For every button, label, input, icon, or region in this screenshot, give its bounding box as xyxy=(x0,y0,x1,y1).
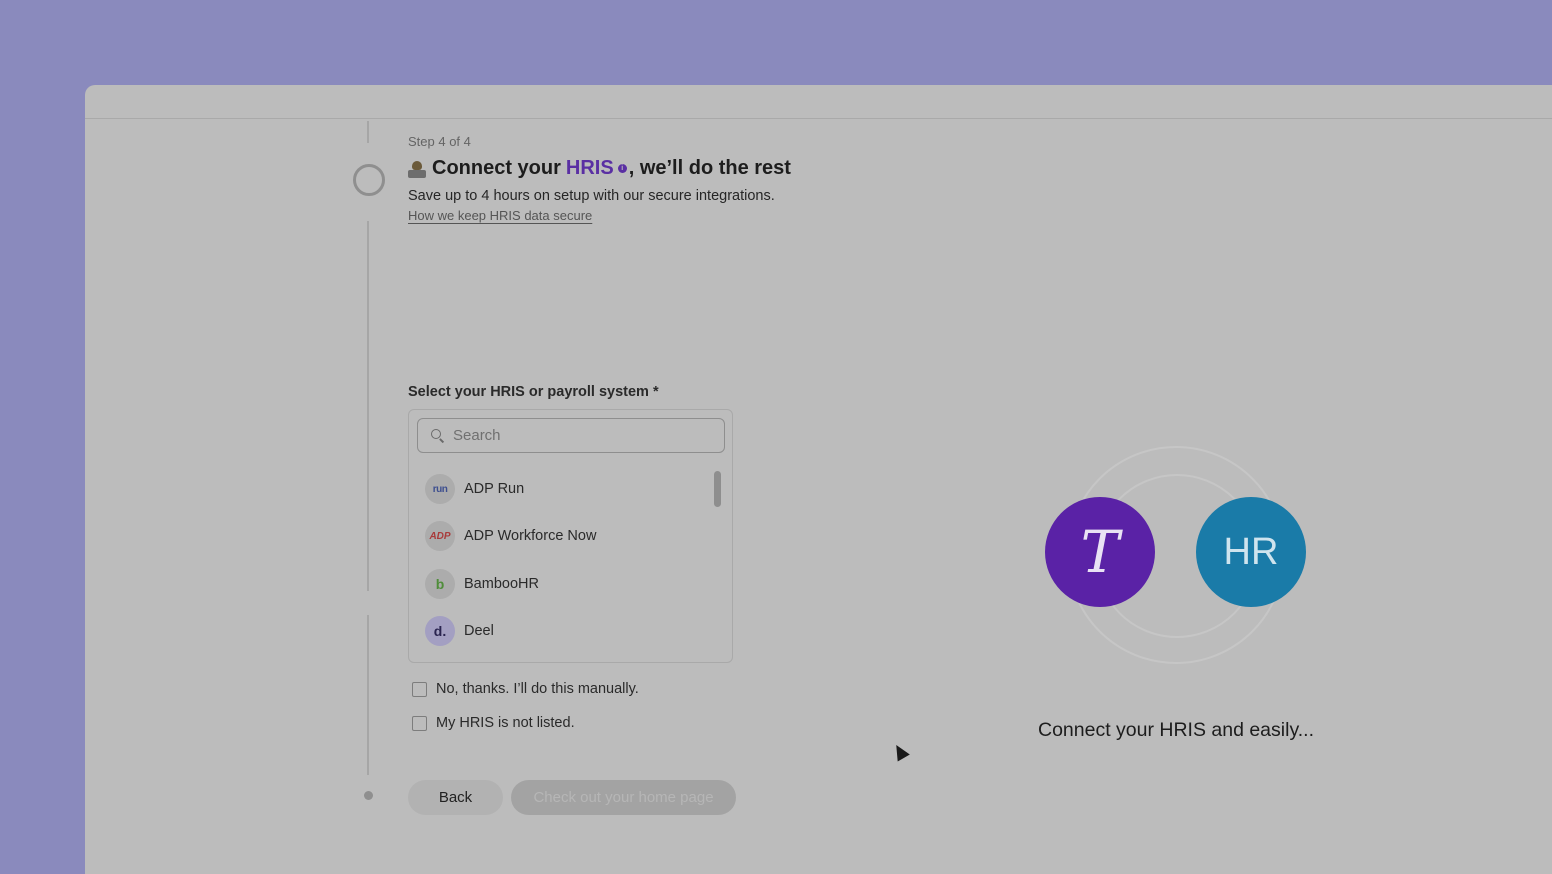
list-scrollbar[interactable] xyxy=(714,471,721,507)
checkbox-box[interactable] xyxy=(412,715,427,731)
hris-option-bamboohr[interactable]: b BambooHR xyxy=(425,567,539,601)
option-label: ADP Workforce Now xyxy=(464,528,597,544)
final-step-dot xyxy=(364,791,373,800)
hris-not-listed-checkbox[interactable]: My HRIS is not listed. xyxy=(412,715,575,731)
adp-run-logo-icon: run xyxy=(425,474,455,504)
app-logo-avatar: T xyxy=(1045,497,1155,607)
title-prefix: Connect your xyxy=(432,157,561,179)
home-page-button[interactable]: Check out your home page xyxy=(511,780,736,815)
hris-option-adp-workforce-now[interactable]: ADP ADP Workforce Now xyxy=(425,519,596,553)
hris-security-link[interactable]: How we keep HRIS data secure xyxy=(408,208,592,223)
manual-setup-checkbox[interactable]: No, thanks. I’ll do this manually. xyxy=(412,681,639,697)
checkbox-label: My HRIS is not listed. xyxy=(436,715,575,731)
title-hris-highlight: HRIS xyxy=(565,157,614,179)
checkbox-label: No, thanks. I’ll do this manually. xyxy=(436,681,639,697)
checkbox-box[interactable] xyxy=(412,681,427,697)
info-icon[interactable]: i xyxy=(617,164,627,173)
option-label: ADP Run xyxy=(464,481,525,497)
search-input[interactable] xyxy=(451,426,695,445)
hris-select-list: run ADP Run ADP ADP Workforce Now b Bamb… xyxy=(408,409,733,663)
search-field xyxy=(417,418,725,453)
option-label: BambooHR xyxy=(464,576,539,592)
page-subtitle: Save up to 4 hours on setup with our sec… xyxy=(408,188,775,204)
adp-logo-icon: ADP xyxy=(425,521,455,551)
bamboohr-logo-icon: b xyxy=(425,569,455,599)
deel-logo-icon: d. xyxy=(425,616,455,646)
option-label: Deel xyxy=(464,623,494,639)
search-icon xyxy=(431,428,445,443)
hr-avatar: HR xyxy=(1196,497,1306,607)
app-window: Step 4 of 4 Connect your HRIS i , we’ll … xyxy=(85,85,1552,874)
page-title: Connect your HRIS i , we’ll do the rest xyxy=(408,157,791,180)
title-suffix: , we’ll do the rest xyxy=(628,157,791,179)
hris-option-deel[interactable]: d. Deel xyxy=(425,614,494,648)
hris-option-adp-run[interactable]: run ADP Run xyxy=(425,472,524,506)
progress-rail xyxy=(367,221,369,591)
hris-select-label: Select your HRIS or payroll system * xyxy=(408,384,659,400)
current-step-indicator xyxy=(353,164,385,196)
window-top-bar xyxy=(85,85,1552,119)
step-label: Step 4 of 4 xyxy=(408,134,471,149)
panel-caption: Connect your HRIS and easily... xyxy=(1037,719,1315,741)
back-button[interactable]: Back xyxy=(408,780,503,815)
progress-rail xyxy=(367,615,369,775)
worker-at-desk-icon xyxy=(408,160,426,178)
progress-rail xyxy=(367,121,369,143)
mouse-cursor-icon xyxy=(890,741,910,762)
